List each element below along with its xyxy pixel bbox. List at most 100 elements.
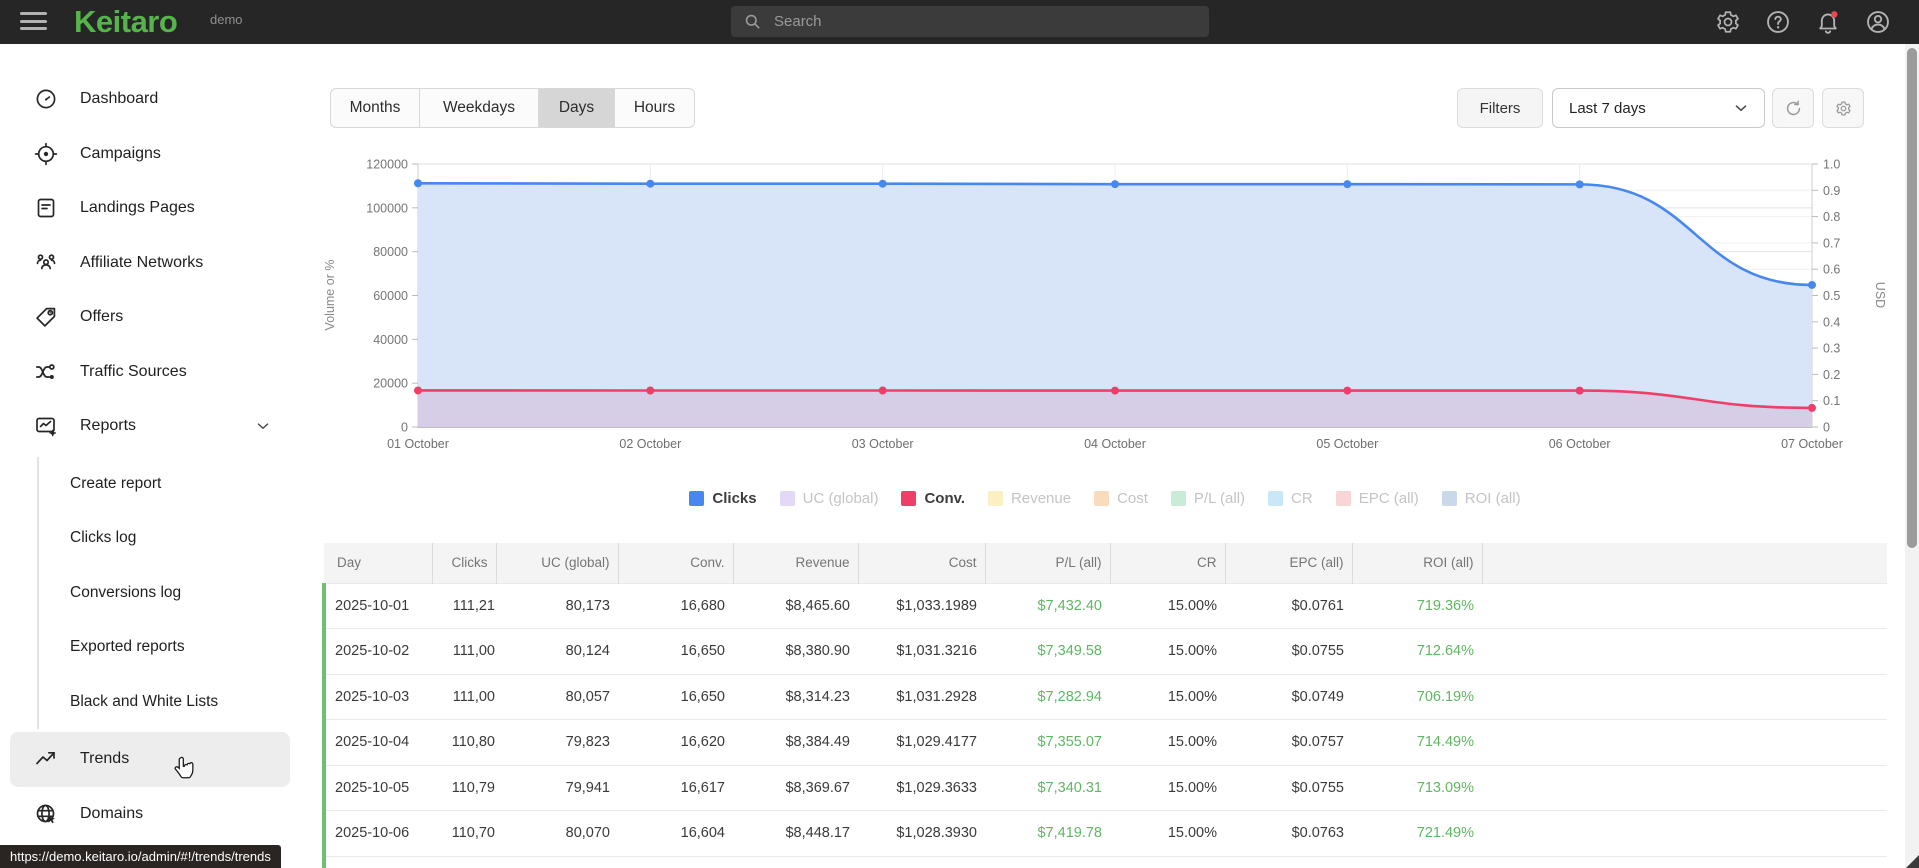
cell-filler — [1482, 583, 1887, 629]
legend-swatch — [1335, 491, 1351, 506]
cell-epc: $0.0756 — [1225, 856, 1352, 868]
search-input[interactable] — [772, 12, 1197, 31]
sidebar-item-clicks-log[interactable]: Clicks log — [39, 511, 300, 566]
tab-weekdays[interactable]: Weekdays — [420, 89, 539, 127]
cell-pl: $7,419.78 — [1037, 825, 1102, 842]
sidebar-item-traffic-sources[interactable]: Traffic Sources — [10, 345, 290, 400]
cell-pl: $7,355.07 — [1037, 734, 1102, 751]
offers-icon: $ — [34, 305, 58, 329]
legend-item-revenue[interactable]: Revenue — [988, 490, 1071, 507]
cell-conv: 16,650 — [680, 643, 725, 660]
cell-cost: $1,028.3930 — [896, 825, 977, 842]
column-header-pl: P/L (all) — [985, 543, 1111, 583]
legend-item-cr[interactable]: CR — [1268, 490, 1313, 507]
cell-clicks: 111,00 — [452, 643, 495, 660]
menu-toggle-icon[interactable] — [20, 12, 47, 32]
settings-gear-icon[interactable] — [1715, 9, 1741, 35]
legend-item-roi-all[interactable]: ROI (all) — [1441, 490, 1521, 507]
cell-epc: $0.0757 — [1291, 734, 1344, 751]
cell-revenue: $8,384.49 — [785, 734, 850, 751]
refresh-button[interactable] — [1772, 88, 1814, 128]
cell-cr: 15.00% — [1167, 825, 1217, 842]
cell-conv: 16,620 — [680, 734, 725, 751]
cell-day: 2025-10-05 — [322, 765, 432, 811]
legend-label: EPC (all) — [1358, 490, 1419, 507]
notifications-bell-icon[interactable] — [1815, 9, 1841, 35]
cell-cr: 15.00% — [1167, 688, 1217, 705]
svg-text:0.1: 0.1 — [1823, 394, 1840, 408]
cell-uc: 80,173 — [565, 597, 610, 614]
svg-text:02 October: 02 October — [619, 437, 681, 451]
legend-item-p-l-all[interactable]: P/L (all) — [1170, 490, 1245, 507]
legend-item-clicks[interactable]: Clicks — [689, 490, 757, 507]
svg-text:0.2: 0.2 — [1823, 368, 1840, 382]
sidebar-item-domains[interactable]: Domains — [10, 787, 290, 842]
cell-day: 2025-10-07 — [322, 856, 432, 868]
filters-button[interactable]: Filters — [1457, 88, 1543, 128]
tab-hours[interactable]: Hours — [615, 89, 694, 127]
legend-item-uc-global[interactable]: UC (global) — [779, 490, 878, 507]
table-row-2025-10-01: 2025-10-01 111,21 80,173 16,680 $8,465.60 $1,… — [322, 583, 1887, 629]
cell-roi: 713.09% — [1416, 779, 1474, 796]
cell-conv: 16,650 — [680, 688, 725, 705]
traffic-sources-icon — [34, 360, 58, 384]
svg-text:0.7: 0.7 — [1823, 236, 1840, 250]
table-row-2025-10-05: 2025-10-05 110,79 79,941 16,617 $8,369.67 $1,… — [322, 765, 1887, 811]
sidebar-item-offers[interactable]: $ Offers — [10, 290, 290, 345]
date-range-value: Last 7 days — [1569, 99, 1646, 117]
cell-roi: 712.64% — [1416, 643, 1474, 660]
cell-filler — [1482, 720, 1887, 766]
column-header-epc: EPC (all) — [1225, 543, 1353, 583]
sidebar-nav: Dashboard Campaigns Landings Pages Affiliat… — [0, 44, 300, 868]
cell-cost: $1,033.1989 — [896, 597, 977, 614]
chart-settings-button[interactable] — [1822, 88, 1864, 128]
page-scrollbar[interactable] — [1905, 44, 1919, 868]
cell-clicks: 110,79 — [451, 779, 495, 796]
cell-revenue: $8,448.17 — [785, 825, 850, 842]
cell-cost: $1,031.3216 — [896, 643, 977, 660]
svg-text:Volume or %: Volume or % — [323, 260, 337, 331]
sidebar-item-exported-reports[interactable]: Exported reports — [39, 620, 300, 675]
cell-pl: $7,340.31 — [1037, 779, 1102, 796]
help-icon[interactable] — [1765, 9, 1791, 35]
sidebar-item-campaigns[interactable]: Campaigns — [10, 127, 290, 182]
legend-swatch — [689, 491, 705, 506]
cell-cr: 15.00% — [1167, 779, 1217, 796]
user-account-icon[interactable] — [1865, 9, 1891, 35]
legend-item-cost[interactable]: Cost — [1094, 490, 1148, 507]
sidebar-item-affiliate-networks[interactable]: Affiliate Networks — [10, 236, 290, 291]
table-row-2025-10-07: 2025-10-0764,4041,4579,648$4,893.84$597.… — [322, 856, 1887, 868]
sidebar-item-black-and-white-lists[interactable]: Black and White Lists — [39, 675, 300, 730]
tab-months[interactable]: Months — [331, 89, 420, 127]
sidebar-item-label: Exported reports — [70, 638, 185, 656]
scrollbar-thumb[interactable] — [1907, 48, 1917, 548]
sidebar-item-trends[interactable]: Trends — [10, 732, 290, 787]
column-header-conv: Conv. — [618, 543, 734, 583]
cell-cost: $1,029.3633 — [896, 779, 977, 796]
sidebar-item-reports[interactable]: Reports — [10, 399, 290, 454]
sidebar-item-landings-pages[interactable]: Landings Pages — [10, 181, 290, 236]
search-box[interactable] — [731, 6, 1209, 37]
legend-item-epc-all[interactable]: EPC (all) — [1335, 490, 1419, 507]
date-range-select[interactable]: Last 7 days — [1552, 88, 1765, 128]
cell-cr: 15.00% — [1110, 856, 1225, 868]
legend-swatch — [779, 491, 795, 506]
table-row-2025-10-02: 2025-10-02 111,00 80,124 16,650 $8,380.90 $1,… — [322, 628, 1887, 674]
column-header-cost: Cost — [858, 543, 986, 583]
legend-label: ROI (all) — [1464, 490, 1521, 507]
reports-icon — [34, 414, 58, 438]
tab-days[interactable]: Days — [539, 89, 615, 127]
sidebar-item-create-report[interactable]: Create report — [39, 457, 300, 512]
cell-conv: 9,648 — [618, 856, 733, 868]
cell-uc: 80,124 — [565, 643, 610, 660]
svg-text:04 October: 04 October — [1084, 437, 1146, 451]
cell-pl: $7,432.40 — [1037, 597, 1102, 614]
cell-cost: $1,031.2928 — [896, 688, 977, 705]
svg-text:01 October: 01 October — [387, 437, 449, 451]
cell-epc: $0.0755 — [1291, 643, 1344, 660]
sidebar-item-dashboard[interactable]: Dashboard — [10, 72, 290, 127]
sidebar-item-conversions-log[interactable]: Conversions log — [39, 566, 300, 621]
cell-filler — [1482, 811, 1887, 857]
legend-item-conv[interactable]: Conv. — [901, 490, 965, 507]
cell-conv: 16,617 — [680, 779, 725, 796]
